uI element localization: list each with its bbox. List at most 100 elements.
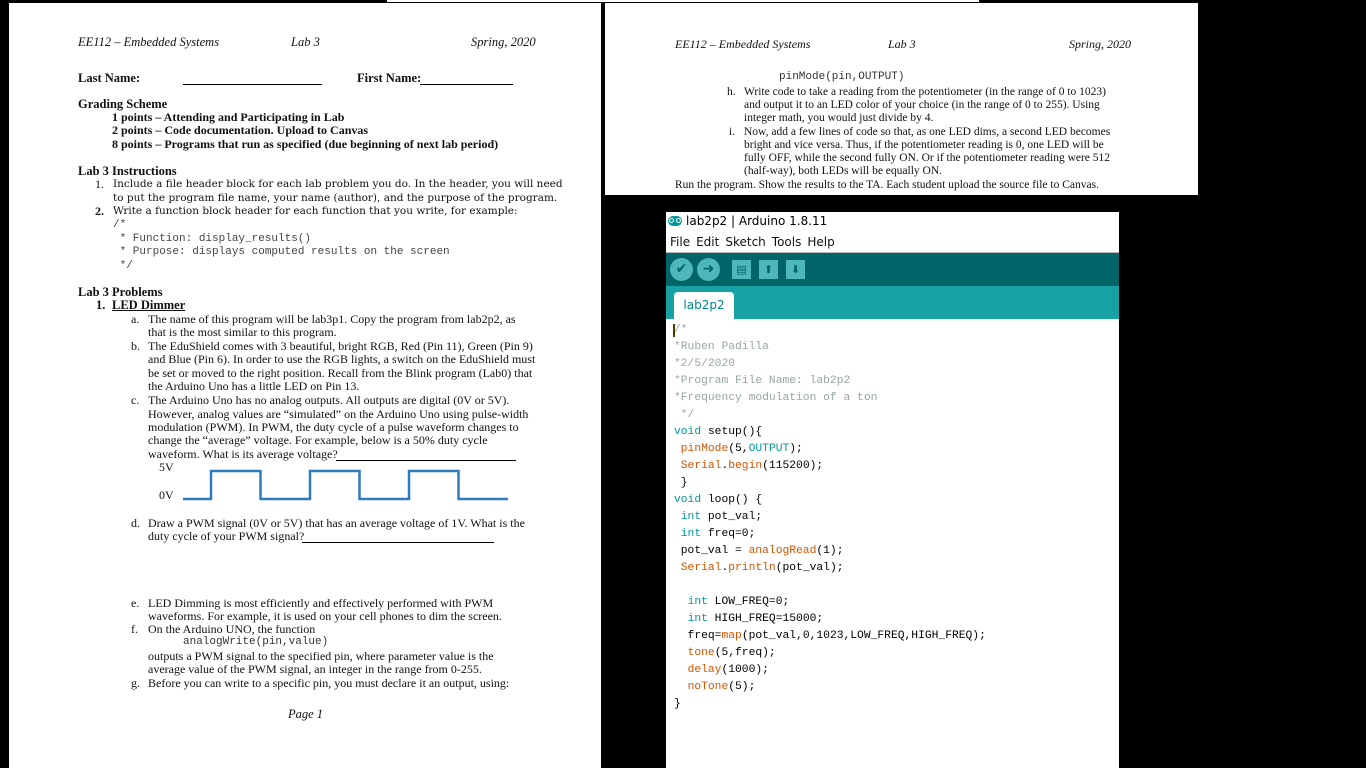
instr-num: 1. [95,177,104,191]
code-line: *2/5/2020 [674,356,735,373]
item-line: waveform. What is its average voltage? [148,447,338,461]
code-line: /* [113,219,127,231]
code-line: */ [113,260,133,272]
code-line: *Ruben Padilla [674,339,769,356]
code-line: /* [674,322,688,339]
code-text: } [674,698,681,710]
item-line: the Arduino Uno has a little LED on Pin … [148,379,360,393]
item-line: The Arduino Uno has no analog outputs. A… [148,393,510,407]
answer-blank [336,460,516,461]
code-line: * Function: display_results() [113,233,312,245]
code-function: Serial [680,562,722,574]
pwm-waveform [183,469,508,501]
page-number: Page 1 [288,707,324,721]
item-line: On the Arduino UNO, the function [148,622,316,636]
code-text: pot_val; [701,511,763,523]
verify-button[interactable]: ✔ [670,258,693,281]
item-line: duty cycle of your PWM signal? [148,529,305,543]
checkmark-icon: ✔ [675,261,688,277]
code-line: */ [674,407,695,424]
code-line: void setup(){ [674,424,762,441]
item-line: bright and vice versa. Thus, if the pote… [744,139,1104,151]
code-text: (115200); [762,460,824,472]
item-line: Write code to take a reading from the po… [744,86,1106,98]
arrow-up-icon: ⬆ [763,263,774,276]
code-text: loop() { [701,494,763,506]
code-function: delay [687,664,722,676]
problem-num: 1. [96,298,106,312]
item-label: e. [131,596,140,610]
code-text: freq=0; [701,528,756,540]
code-keyword: OUTPUT [748,443,790,455]
grading-item: 2 points – Code documentation. Upload to… [112,123,369,137]
wave-low-label: 0V [159,488,174,502]
code-line: void loop() { [674,492,762,509]
code-comment: *2/5/2020 [674,358,736,370]
pwm-waveform-line [183,469,508,501]
menu-tools[interactable]: Tools [772,235,802,249]
code-keyword: int [687,613,708,625]
document-page-2: EE112 – Embedded Systems Lab 3 Spring, 2… [605,3,1198,195]
arrow-down-icon: ⬇ [790,263,801,276]
code-line: pot_val = analogRead(1); [674,543,844,560]
open-button[interactable]: ⬆ [759,260,778,279]
header-term: Spring, 2020 [1069,37,1132,51]
arrow-right-icon: ➜ [702,261,715,277]
code-function: Serial [680,460,722,472]
arduino-logo-icon [668,216,682,226]
upload-button[interactable]: ➜ [697,258,720,281]
code-line: int freq=0; [674,526,756,543]
code-text: (pot_val); [775,562,844,574]
window-title-bar: lab2p2 | Arduino 1.8.11 [666,212,1119,232]
code-keyword: int [680,511,702,523]
code-comment: *Ruben Padilla [674,341,769,353]
code-function: analogRead [748,545,817,557]
code-keyword: void [674,494,702,506]
code-text: freq= [674,630,722,642]
tab-lab2p2[interactable]: lab2p2 [674,292,734,319]
wave-high-label: 5V [159,460,174,474]
code-text: (5); [728,681,756,693]
code-line: *Program File Name: lab2p2 [674,373,850,390]
menu-file[interactable]: File [670,235,690,249]
menu-bar: File Edit Sketch Tools Help [666,232,1119,253]
code-text: (1000); [721,664,769,676]
save-button[interactable]: ⬇ [786,260,805,279]
menu-sketch[interactable]: Sketch [725,235,765,249]
item-label: a. [131,312,140,326]
code-inline: pinMode(pin,OUTPUT) [779,71,905,83]
code-line: Serial.begin(115200); [674,458,823,475]
new-sketch-button[interactable]: ▤ [732,260,751,279]
code-text: (5,freq); [714,647,776,659]
header-course: EE112 – Embedded Systems [675,37,811,51]
item-line: Before you can write to a specific pin, … [148,676,510,690]
code-line: freq=map(pot_val,0,1023,LOW_FREQ,HIGH_FR… [674,628,986,645]
item-line: and output it to an LED color of your ch… [744,99,1100,111]
item-line: and Blue (Pin 6). In order to use the RG… [148,352,536,366]
code-function: noTone [687,681,729,693]
first-name-blank [420,84,513,85]
header-term: Spring, 2020 [471,35,536,49]
code-comment: *Program File Name: lab2p2 [674,375,851,387]
item-line: average value of the PWM signal, an inte… [148,662,482,676]
code-line: * Purpose: displays computed results on … [113,246,450,258]
code-line: Serial.println(pot_val); [674,560,844,577]
code-keyword: int [680,528,702,540]
code-function: map [721,630,742,642]
menu-help[interactable]: Help [807,235,834,249]
code-line: int HIGH_FREQ=15000; [674,611,824,628]
code-line: } [674,696,681,713]
header-lab: Lab 3 [888,37,916,51]
item-label: i. [729,126,736,138]
instr-line: to put the program file name, your name … [113,192,558,204]
menu-edit[interactable]: Edit [696,235,719,249]
code-function: pinMode [680,443,729,455]
item-line: (half-way), both LEDs will be equally ON… [744,165,943,177]
code-keyword: void [674,426,702,438]
